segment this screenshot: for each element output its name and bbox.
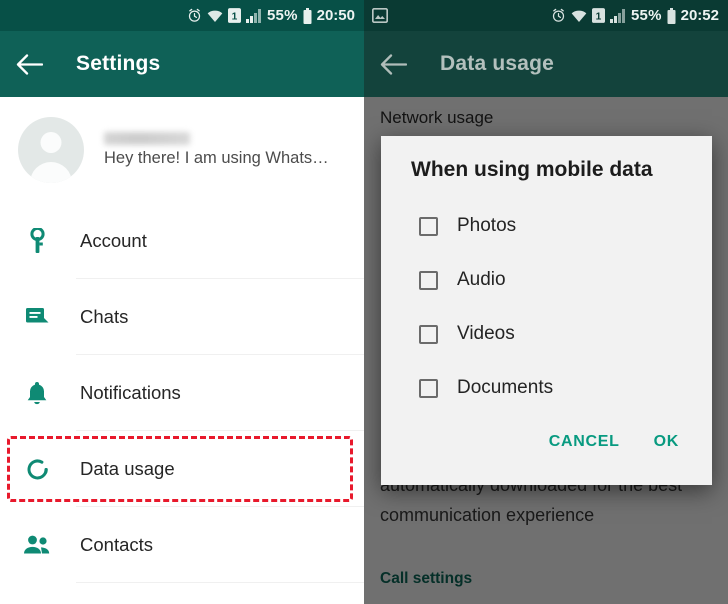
status-bar-notifications (372, 8, 551, 23)
dialog-option-audio[interactable]: Audio (381, 253, 712, 307)
wifi-icon (207, 10, 223, 22)
data-usage-screen: Network usage automatically downloaded f… (364, 0, 728, 604)
chat-bubble-icon (22, 307, 52, 327)
sidebar-item-label: Data usage (80, 458, 175, 479)
dialog-option-photos[interactable]: Photos (381, 199, 712, 253)
battery-percent-label: 55% (267, 7, 298, 24)
back-arrow-icon (380, 53, 407, 75)
ok-button[interactable]: OK (654, 433, 679, 451)
profile-status-label: Hey there! I am using Whats… (104, 149, 329, 167)
status-bar-right: 1 55% 20:52 (364, 0, 728, 31)
signal-bars-icon (246, 8, 261, 23)
sidebar-item-chats[interactable]: Chats (0, 279, 364, 355)
sidebar-item-label: Chats (80, 306, 129, 327)
app-bar-settings: Settings (0, 31, 364, 97)
status-bar-right-icons: 1 55% 20:50 (187, 7, 355, 24)
back-button-data-usage[interactable] (380, 44, 426, 84)
signal-bars-icon (610, 8, 625, 23)
key-icon (22, 228, 52, 254)
sidebar-item-account[interactable]: Account (0, 203, 364, 279)
back-arrow-icon (16, 53, 43, 75)
cancel-button[interactable]: CANCEL (549, 433, 620, 451)
wifi-icon (571, 10, 587, 22)
dialog-option-documents[interactable]: Documents (381, 361, 712, 415)
dialog-option-label: Photos (457, 215, 517, 236)
svg-text:1: 1 (596, 12, 602, 23)
profile-text: Hey there! I am using Whats… (104, 132, 329, 168)
sim-one-icon: 1 (592, 8, 605, 23)
dialog-option-label: Videos (457, 323, 515, 344)
page-title: Settings (76, 52, 161, 75)
sidebar-item-contacts[interactable]: Contacts (0, 507, 364, 583)
sidebar-item-label: Account (80, 230, 147, 251)
sidebar-item-data-usage[interactable]: Data usage (0, 431, 364, 507)
sidebar-item-notifications[interactable]: Notifications (0, 355, 364, 431)
profile-name-redacted (104, 132, 190, 145)
battery-icon (303, 7, 312, 24)
clock-label: 20:52 (680, 7, 719, 24)
battery-percent-label: 55% (631, 7, 662, 24)
data-usage-highlight-wrapper: Data usage (0, 431, 364, 507)
back-button-settings[interactable] (16, 44, 62, 84)
clock-label: 20:50 (316, 7, 355, 24)
sim-one-icon: 1 (228, 8, 241, 23)
sidebar-item-label: Contacts (80, 534, 154, 555)
svg-text:1: 1 (232, 12, 238, 23)
default-avatar-icon (18, 117, 84, 183)
settings-list: Account Chats Notifications Data usage C… (0, 203, 364, 583)
status-bar-left: 1 55% 20:50 (0, 0, 364, 31)
dialog-option-label: Audio (457, 269, 506, 290)
sidebar-item-label: Notifications (80, 382, 181, 403)
dialog-title: When using mobile data (411, 158, 653, 181)
battery-icon (667, 7, 676, 24)
bell-icon (22, 381, 52, 406)
alarm-icon (188, 8, 201, 22)
page-title: Data usage (440, 52, 555, 75)
settings-screen: 1 55% 20:50 Settings Hey there! I am usi… (0, 0, 364, 604)
contacts-icon (22, 535, 52, 555)
profile-row[interactable]: Hey there! I am using Whats… (0, 97, 364, 203)
checkbox-unchecked-icon[interactable] (419, 324, 438, 344)
image-notification-icon (372, 8, 388, 23)
mobile-data-dialog: When using mobile data Photos Audio Vide… (381, 136, 712, 485)
avatar-head (40, 132, 62, 153)
dialog-actions: CANCEL OK (381, 415, 712, 477)
checkbox-unchecked-icon[interactable] (419, 378, 438, 398)
dialog-option-label: Documents (457, 377, 554, 398)
checkbox-unchecked-icon[interactable] (419, 270, 438, 290)
app-bar-data-usage: Data usage (364, 31, 728, 97)
avatar-body (30, 162, 72, 183)
dialog-option-videos[interactable]: Videos (381, 307, 712, 361)
list-divider (76, 582, 364, 583)
screenshot-stage: 1 55% 20:50 Settings Hey there! I am usi… (0, 0, 728, 604)
checkbox-unchecked-icon[interactable] (419, 216, 438, 236)
data-usage-icon (22, 457, 52, 482)
alarm-icon (552, 8, 565, 22)
status-bar-right-icons: 1 55% 20:52 (551, 7, 719, 24)
